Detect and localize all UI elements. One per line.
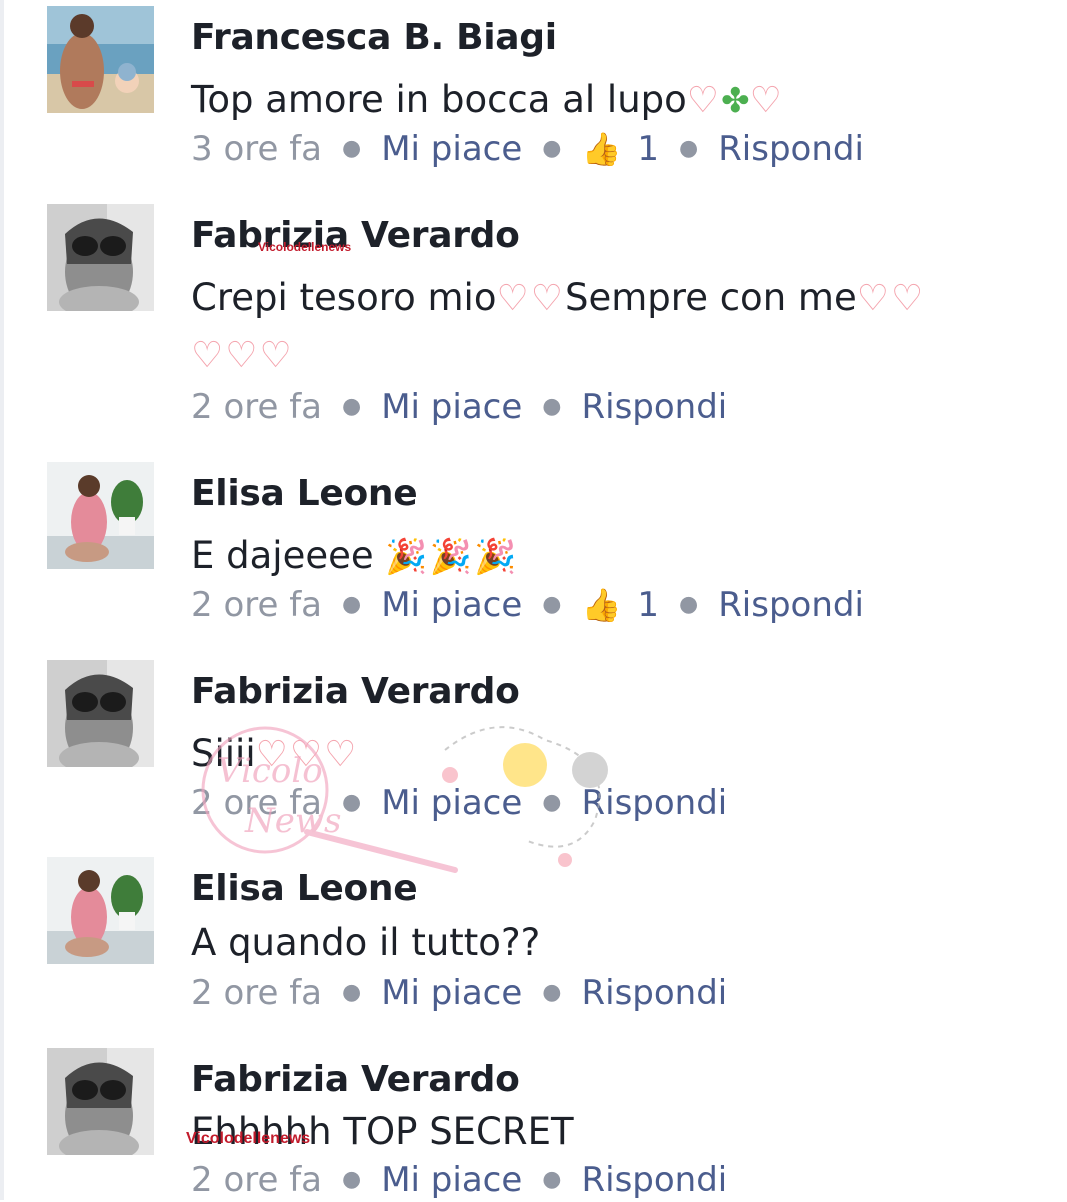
separator-dot: ● (342, 1166, 362, 1192)
thumbs-up-icon: 👍 (581, 585, 622, 624)
comment-author[interactable]: Fabrizia Verardo (191, 670, 520, 714)
comment-time: 2 ore fa (191, 972, 323, 1013)
avatar[interactable] (47, 857, 154, 964)
separator-dot: ● (542, 135, 562, 161)
party-popper-emoji: 🎉🎉🎉 (385, 537, 519, 577)
heart-emoji: ♡♡♡ (191, 335, 294, 376)
avatar[interactable] (47, 204, 154, 311)
like-button[interactable]: Mi piace (381, 1158, 522, 1202)
separator-dot: ● (678, 135, 699, 161)
comment-meta: 2 ore fa ● Mi piace ● Rispondi (191, 969, 727, 1015)
stamp-text: Vicolo (217, 751, 323, 791)
watermark-text: Vicolodellenews (186, 1130, 311, 1147)
thumbs-up-icon: 👍 (581, 129, 622, 168)
separator-dot: ● (542, 979, 562, 1005)
comment-author[interactable]: Fabrizia Verardo (191, 214, 520, 258)
separator-dot: ● (342, 393, 362, 419)
separator-dot: ● (542, 1166, 562, 1192)
comment-text: A quando il tutto?? (191, 921, 541, 964)
comment-time: 2 ore fa (191, 386, 323, 427)
reply-button[interactable]: Rispondi (718, 583, 864, 627)
avatar[interactable] (47, 462, 154, 569)
comment-meta: 2 ore fa ● Mi piace ● 👍 1 ● Rispondi (191, 581, 864, 627)
like-button[interactable]: Mi piace (381, 385, 522, 429)
avatar[interactable] (47, 6, 154, 113)
comment-author[interactable]: Fabrizia Verardo (191, 1058, 520, 1102)
clover-emoji: ✤ (721, 81, 750, 121)
like-count[interactable]: 1 (637, 583, 659, 627)
like-button[interactable]: Mi piace (381, 583, 522, 627)
like-button[interactable]: Mi piace (381, 127, 522, 171)
comment-time: 2 ore fa (191, 1159, 323, 1200)
comment-meta: 3 ore fa ● Mi piace ● 👍 1 ● Rispondi (191, 125, 864, 171)
separator-dot: ● (342, 979, 362, 1005)
separator-dot: ● (342, 135, 362, 161)
comment-text: Ehhhhh TOP SECRET (191, 1110, 574, 1153)
separator-dot: ● (542, 393, 562, 419)
comment-text: Crepi tesoro mio♡♡Sempre con me♡♡ ♡♡♡ (191, 276, 926, 376)
avatar[interactable] (47, 1048, 154, 1155)
heart-emoji: ♡ (686, 80, 722, 121)
page-edge (0, 0, 4, 1200)
comment-meta: 2 ore fa ● Mi piace ● Rispondi (191, 1156, 727, 1202)
comment-text: Top amore in bocca al lupo♡✤♡ (191, 78, 784, 121)
like-button[interactable]: Mi piace (381, 971, 522, 1015)
separator-dot: ● (542, 591, 562, 617)
comment-time: 2 ore fa (191, 584, 323, 625)
heart-emoji: ♡♡ (496, 278, 566, 319)
heart-emoji: ♡ (749, 80, 784, 121)
reply-button[interactable]: Rispondi (718, 127, 864, 171)
reply-button[interactable]: Rispondi (582, 385, 728, 429)
watermark-text: Vicolodellenews (258, 240, 352, 254)
heart-emoji: ♡♡ (856, 278, 926, 319)
comment-author[interactable]: Francesca B. Biagi (191, 16, 557, 60)
comment-time: 3 ore fa (191, 128, 323, 169)
reply-button[interactable]: Rispondi (582, 1158, 728, 1202)
comment-meta: 2 ore fa ● Mi piace ● Rispondi (191, 383, 727, 429)
comment-author[interactable]: Elisa Leone (191, 472, 418, 516)
reply-button[interactable]: Rispondi (582, 971, 728, 1015)
comment-text: E dajeeee 🎉🎉🎉 (191, 534, 519, 577)
separator-dot: ● (342, 591, 362, 617)
separator-dot: ● (678, 591, 699, 617)
watermark-stamp: Vicolo News (201, 726, 608, 873)
like-count[interactable]: 1 (637, 127, 659, 171)
stamp-text: News (244, 801, 341, 841)
avatar[interactable] (47, 660, 154, 767)
